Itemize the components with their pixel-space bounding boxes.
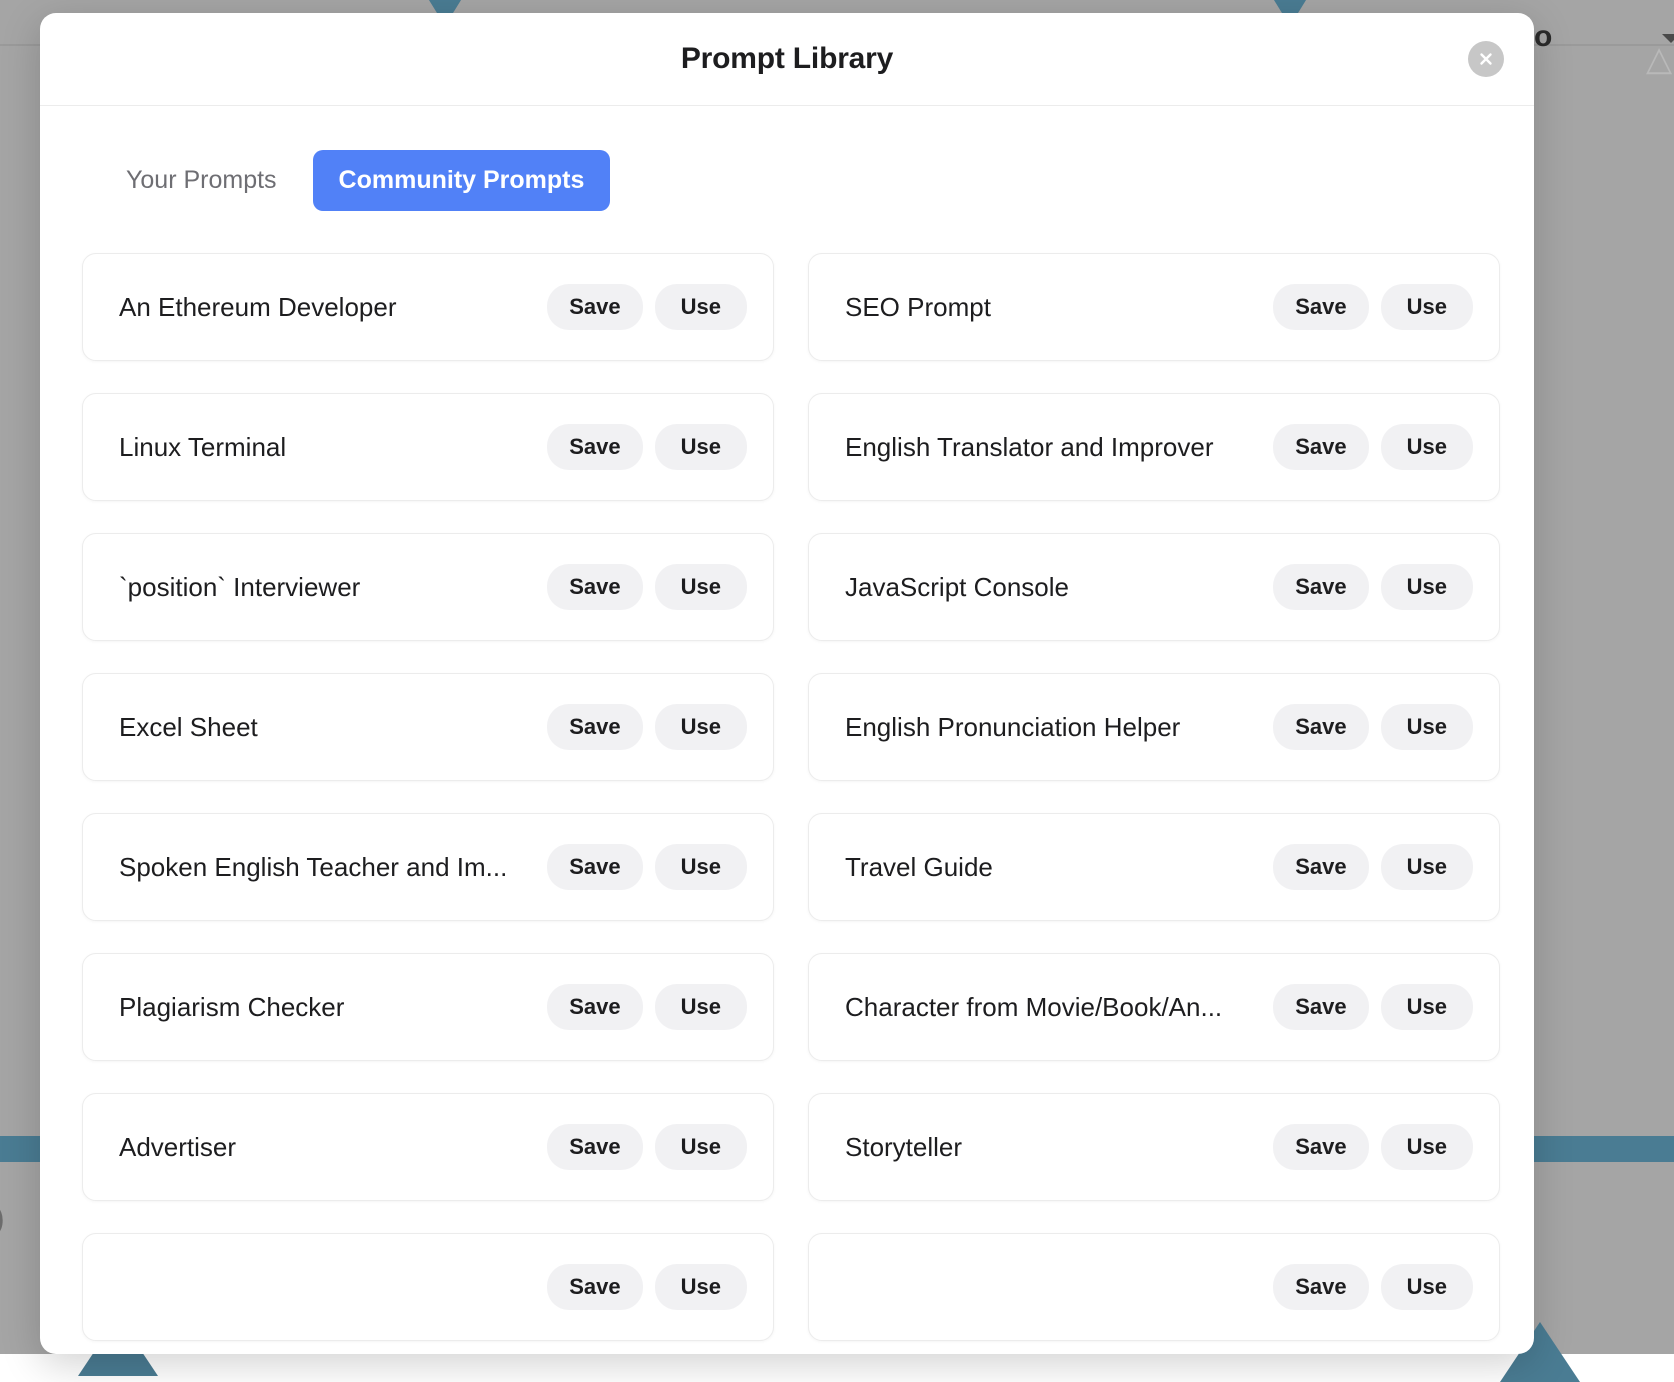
use-button[interactable]: Use bbox=[1381, 704, 1473, 750]
save-button[interactable]: Save bbox=[547, 424, 642, 470]
prompt-title: English Pronunciation Helper bbox=[845, 712, 1273, 743]
prompt-card[interactable]: Spoken English Teacher and Im...Save Use bbox=[82, 813, 774, 921]
prompt-card-actions: Save Use bbox=[1273, 564, 1473, 610]
prompt-card-actions: Save Use bbox=[1273, 704, 1473, 750]
prompt-card[interactable]: Linux TerminalSave Use bbox=[82, 393, 774, 501]
save-button[interactable]: Save bbox=[1273, 424, 1368, 470]
use-button[interactable]: Use bbox=[655, 704, 747, 750]
save-button[interactable]: Save bbox=[1273, 984, 1368, 1030]
save-button[interactable]: Save bbox=[547, 704, 642, 750]
prompt-card[interactable]: Save Use bbox=[808, 1233, 1500, 1341]
use-button[interactable]: Use bbox=[655, 1264, 747, 1310]
prompt-card[interactable]: Character from Movie/Book/An...Save Use bbox=[808, 953, 1500, 1061]
use-button[interactable]: Use bbox=[655, 424, 747, 470]
background-accent-bar-right bbox=[1534, 1136, 1674, 1162]
prompt-title: `position` Interviewer bbox=[119, 572, 547, 603]
prompt-card-actions: Save Use bbox=[547, 704, 747, 750]
use-button[interactable]: Use bbox=[1381, 1124, 1473, 1170]
prompt-card-actions: Save Use bbox=[547, 844, 747, 890]
prompt-title: Spoken English Teacher and Im... bbox=[119, 852, 547, 883]
background-text-bottom-left: ) bbox=[0, 1200, 5, 1237]
prompt-card[interactable]: AdvertiserSave Use bbox=[82, 1093, 774, 1201]
use-button[interactable]: Use bbox=[1381, 284, 1473, 330]
prompt-card-actions: Save Use bbox=[1273, 424, 1473, 470]
prompt-title: Linux Terminal bbox=[119, 432, 547, 463]
prompt-title: Character from Movie/Book/An... bbox=[845, 992, 1273, 1023]
background-text-right: o bbox=[1534, 20, 1552, 54]
save-button[interactable]: Save bbox=[1273, 1124, 1368, 1170]
prompt-card-actions: Save Use bbox=[547, 1264, 747, 1310]
use-button[interactable]: Use bbox=[655, 1124, 747, 1170]
modal-body: Your Prompts Community Prompts An Ethere… bbox=[40, 106, 1534, 1354]
save-button[interactable]: Save bbox=[1273, 1264, 1368, 1310]
use-button[interactable]: Use bbox=[655, 844, 747, 890]
use-button[interactable]: Use bbox=[1381, 844, 1473, 890]
save-button[interactable]: Save bbox=[1273, 284, 1368, 330]
prompt-card-actions: Save Use bbox=[547, 424, 747, 470]
save-button[interactable]: Save bbox=[1273, 564, 1368, 610]
prompt-card[interactable]: English Translator and ImproverSave Use bbox=[808, 393, 1500, 501]
use-button[interactable]: Use bbox=[655, 284, 747, 330]
save-button[interactable]: Save bbox=[547, 1264, 642, 1310]
modal-header: Prompt Library bbox=[40, 13, 1534, 106]
prompt-title: An Ethereum Developer bbox=[119, 292, 547, 323]
prompt-card[interactable]: An Ethereum DeveloperSave Use bbox=[82, 253, 774, 361]
prompt-card[interactable]: Excel SheetSave Use bbox=[82, 673, 774, 781]
prompt-title: English Translator and Improver bbox=[845, 432, 1273, 463]
prompt-card[interactable]: Travel GuideSave Use bbox=[808, 813, 1500, 921]
save-button[interactable]: Save bbox=[547, 284, 642, 330]
prompt-card[interactable]: Plagiarism CheckerSave Use bbox=[82, 953, 774, 1061]
tab-community-prompts[interactable]: Community Prompts bbox=[313, 150, 611, 211]
prompt-grid: An Ethereum DeveloperSaveUseSEO PromptSa… bbox=[78, 253, 1496, 1341]
use-button[interactable]: Use bbox=[1381, 564, 1473, 610]
save-button[interactable]: Save bbox=[1273, 844, 1368, 890]
prompt-card-actions: Save Use bbox=[1273, 1124, 1473, 1170]
prompt-card-actions: Save Use bbox=[1273, 284, 1473, 330]
save-button[interactable]: Save bbox=[547, 844, 642, 890]
prompt-card-actions: Save Use bbox=[1273, 844, 1473, 890]
background-logo-icon: △ bbox=[1646, 44, 1674, 74]
use-button[interactable]: Use bbox=[655, 564, 747, 610]
prompt-title: Excel Sheet bbox=[119, 712, 547, 743]
page-title: Prompt Library bbox=[681, 42, 893, 76]
save-button[interactable]: Save bbox=[547, 984, 642, 1030]
prompt-card-actions: Save Use bbox=[547, 284, 747, 330]
save-button[interactable]: Save bbox=[547, 1124, 642, 1170]
save-button[interactable]: Save bbox=[1273, 704, 1368, 750]
tab-your-prompts[interactable]: Your Prompts bbox=[100, 150, 303, 211]
prompt-library-modal: Prompt Library Your Prompts Community Pr… bbox=[40, 13, 1534, 1354]
prompt-card-actions: Save Use bbox=[1273, 1264, 1473, 1310]
prompt-card[interactable]: StorytellerSave Use bbox=[808, 1093, 1500, 1201]
prompt-card[interactable]: JavaScript ConsoleSave Use bbox=[808, 533, 1500, 641]
prompt-card[interactable]: `position` InterviewerSave Use bbox=[82, 533, 774, 641]
prompt-title: Travel Guide bbox=[845, 852, 1273, 883]
use-button[interactable]: Use bbox=[1381, 1264, 1473, 1310]
prompt-card-actions: Save Use bbox=[547, 1124, 747, 1170]
prompt-title: JavaScript Console bbox=[845, 572, 1273, 603]
prompt-card-actions: Save Use bbox=[547, 984, 747, 1030]
prompt-title: Storyteller bbox=[845, 1132, 1273, 1163]
prompt-title: Plagiarism Checker bbox=[119, 992, 547, 1023]
background-accent-bar-left bbox=[0, 1136, 40, 1162]
prompt-card-actions: Save Use bbox=[547, 564, 747, 610]
save-button[interactable]: Save bbox=[547, 564, 642, 610]
prompt-card[interactable]: SEO PromptSave Use bbox=[808, 253, 1500, 361]
prompt-title: Advertiser bbox=[119, 1132, 547, 1163]
use-button[interactable]: Use bbox=[1381, 984, 1473, 1030]
prompt-card[interactable]: Save Use bbox=[82, 1233, 774, 1341]
prompt-title: SEO Prompt bbox=[845, 292, 1273, 323]
prompt-card-actions: Save Use bbox=[1273, 984, 1473, 1030]
prompt-card[interactable]: English Pronunciation HelperSave Use bbox=[808, 673, 1500, 781]
use-button[interactable]: Use bbox=[655, 984, 747, 1030]
use-button[interactable]: Use bbox=[1381, 424, 1473, 470]
tab-bar: Your Prompts Community Prompts bbox=[78, 150, 1496, 211]
close-icon[interactable] bbox=[1468, 41, 1504, 77]
